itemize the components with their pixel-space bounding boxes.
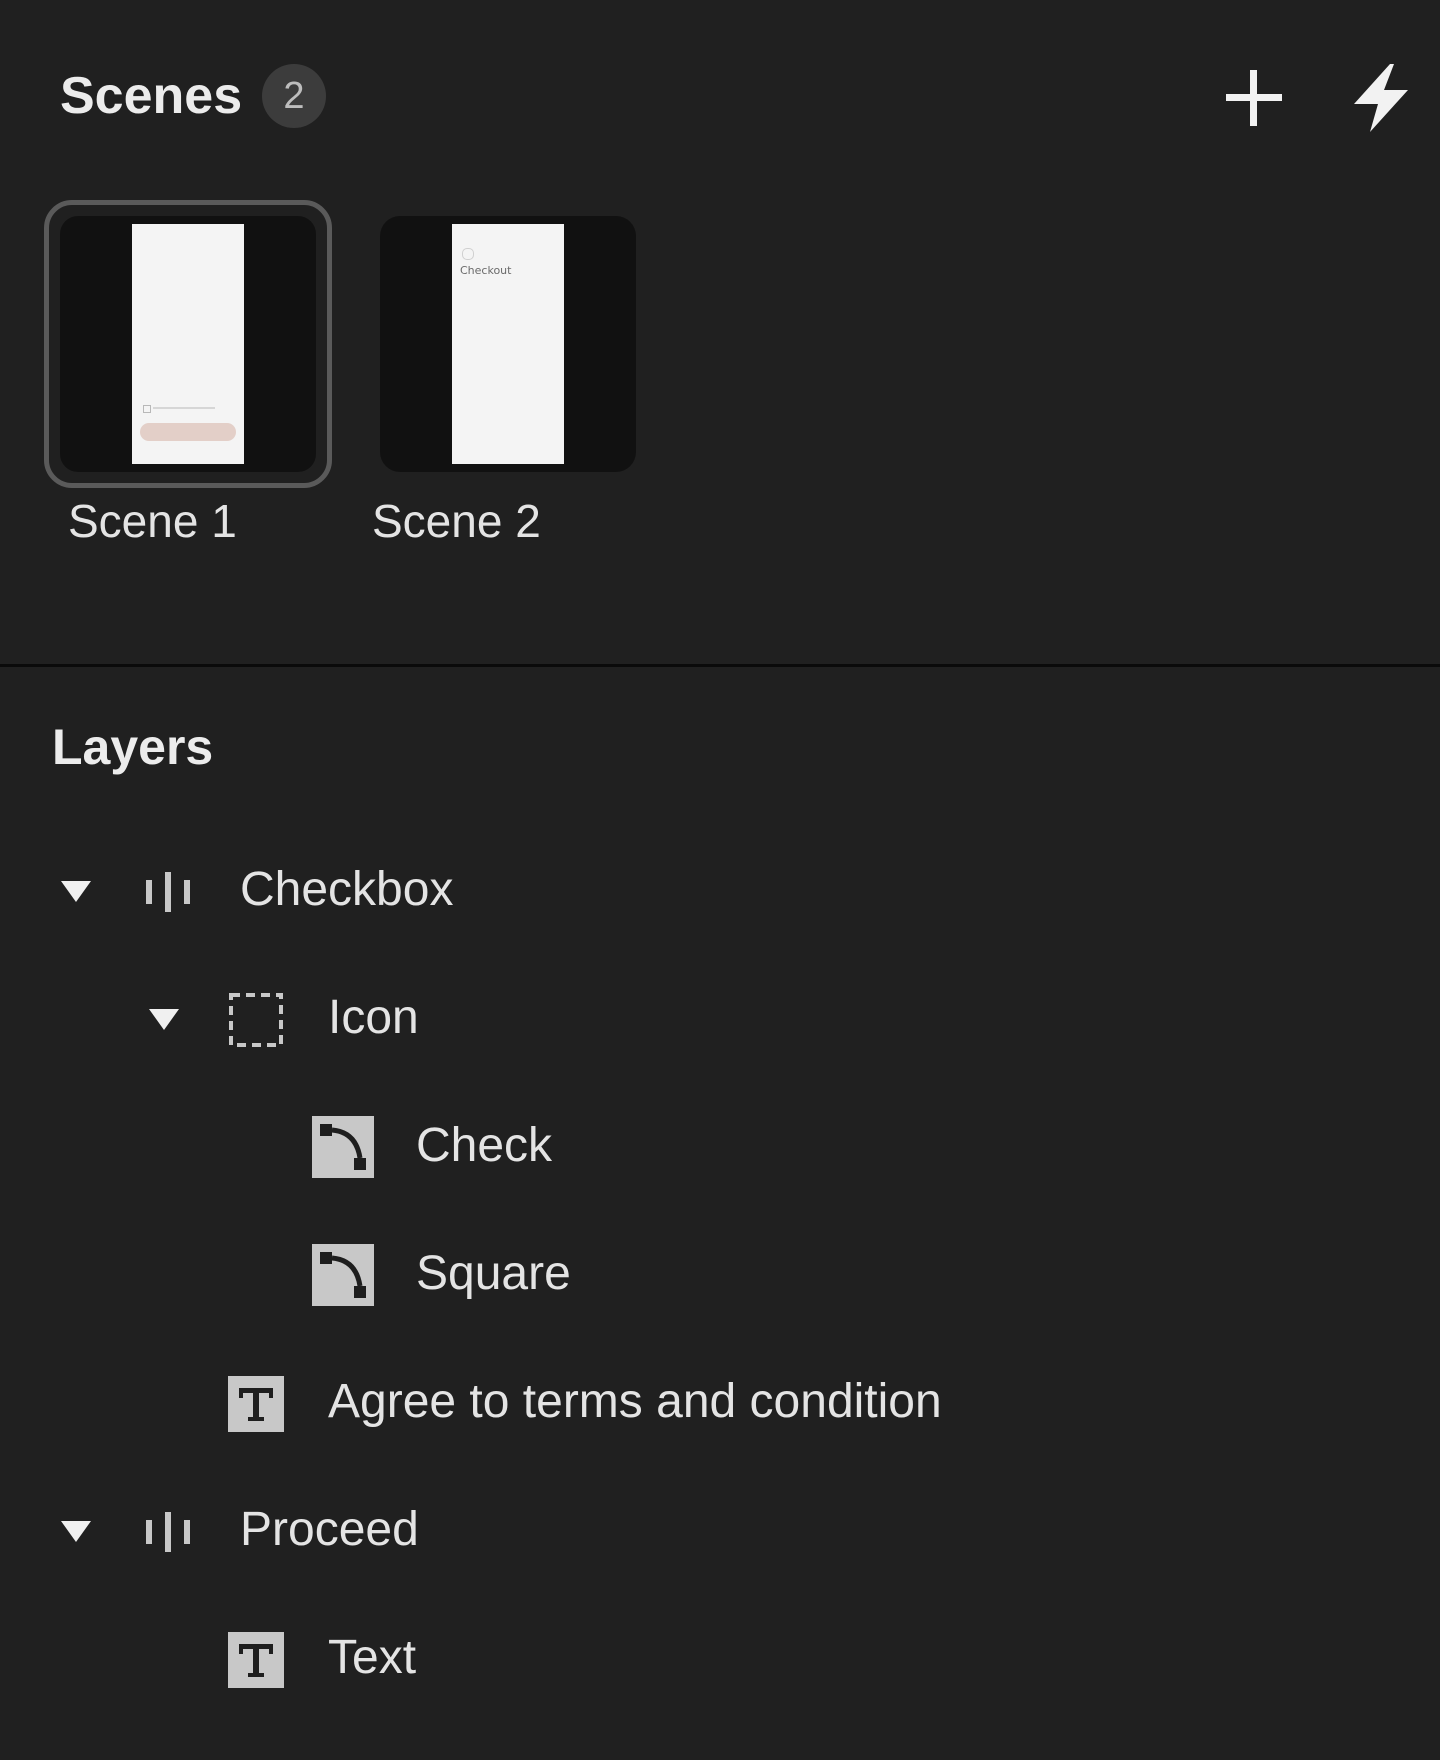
add-scene-button[interactable] [1220, 64, 1288, 132]
layer-label: Checkbox [240, 863, 454, 916]
preview-back-icon [462, 248, 474, 260]
layer-row-icon[interactable]: Icon [0, 968, 1440, 1068]
preview-button [140, 423, 236, 441]
text-icon [228, 1376, 284, 1432]
scene-preview-screen: Checkout [452, 224, 564, 464]
layer-row-square[interactable]: Square [0, 1224, 1440, 1324]
layer-label: Agree to terms and condition [328, 1375, 942, 1428]
frame-icon [229, 993, 283, 1047]
layer-label: Text [328, 1631, 417, 1684]
scene-label: Scene 2 [372, 495, 541, 547]
stack-icon [146, 1512, 190, 1552]
layer-row-agree-text[interactable]: Agree to terms and condition [0, 1352, 1440, 1452]
panel-divider [0, 664, 1440, 667]
layer-label: Square [416, 1247, 571, 1300]
interactions-button[interactable] [1350, 62, 1412, 134]
layers-title: Layers [52, 719, 214, 775]
scene-thumbnail-1 [44, 200, 332, 488]
preview-title: Checkout [460, 264, 512, 277]
layer-label: Proceed [240, 1503, 419, 1556]
scenes-count-badge: 2 [262, 64, 326, 128]
layer-row-checkbox[interactable]: Checkbox [0, 840, 1440, 940]
layer-row-check[interactable]: Check [0, 1096, 1440, 1196]
scene-thumbnail-2: Checkout [380, 216, 636, 472]
plus-icon [1226, 70, 1282, 126]
scenes-panel: Scenes 2 Scene 1 Checkout Scene 2 [0, 0, 1440, 664]
preview-checkbox [143, 405, 151, 413]
lightning-bolt-icon [1354, 64, 1408, 132]
path-icon [312, 1116, 374, 1178]
scene-card-2[interactable]: Checkout Scene 2 [364, 200, 652, 547]
preview-text-line [153, 407, 215, 409]
layer-label: Check [416, 1119, 553, 1172]
collapse-triangle-icon[interactable] [58, 872, 94, 908]
scenes-title: Scenes [60, 67, 243, 125]
layer-row-text[interactable]: Text [0, 1608, 1440, 1708]
collapse-triangle-icon[interactable] [58, 1512, 94, 1548]
stack-icon [146, 872, 190, 912]
path-icon [312, 1244, 374, 1306]
collapse-triangle-icon[interactable] [146, 1000, 182, 1036]
layer-row-proceed[interactable]: Proceed [0, 1480, 1440, 1580]
layer-label: Icon [328, 991, 419, 1044]
scene-preview-screen [132, 224, 244, 464]
scene-card-1[interactable]: Scene 1 [44, 200, 332, 547]
text-icon [228, 1632, 284, 1688]
scene-label: Scene 1 [68, 495, 237, 547]
